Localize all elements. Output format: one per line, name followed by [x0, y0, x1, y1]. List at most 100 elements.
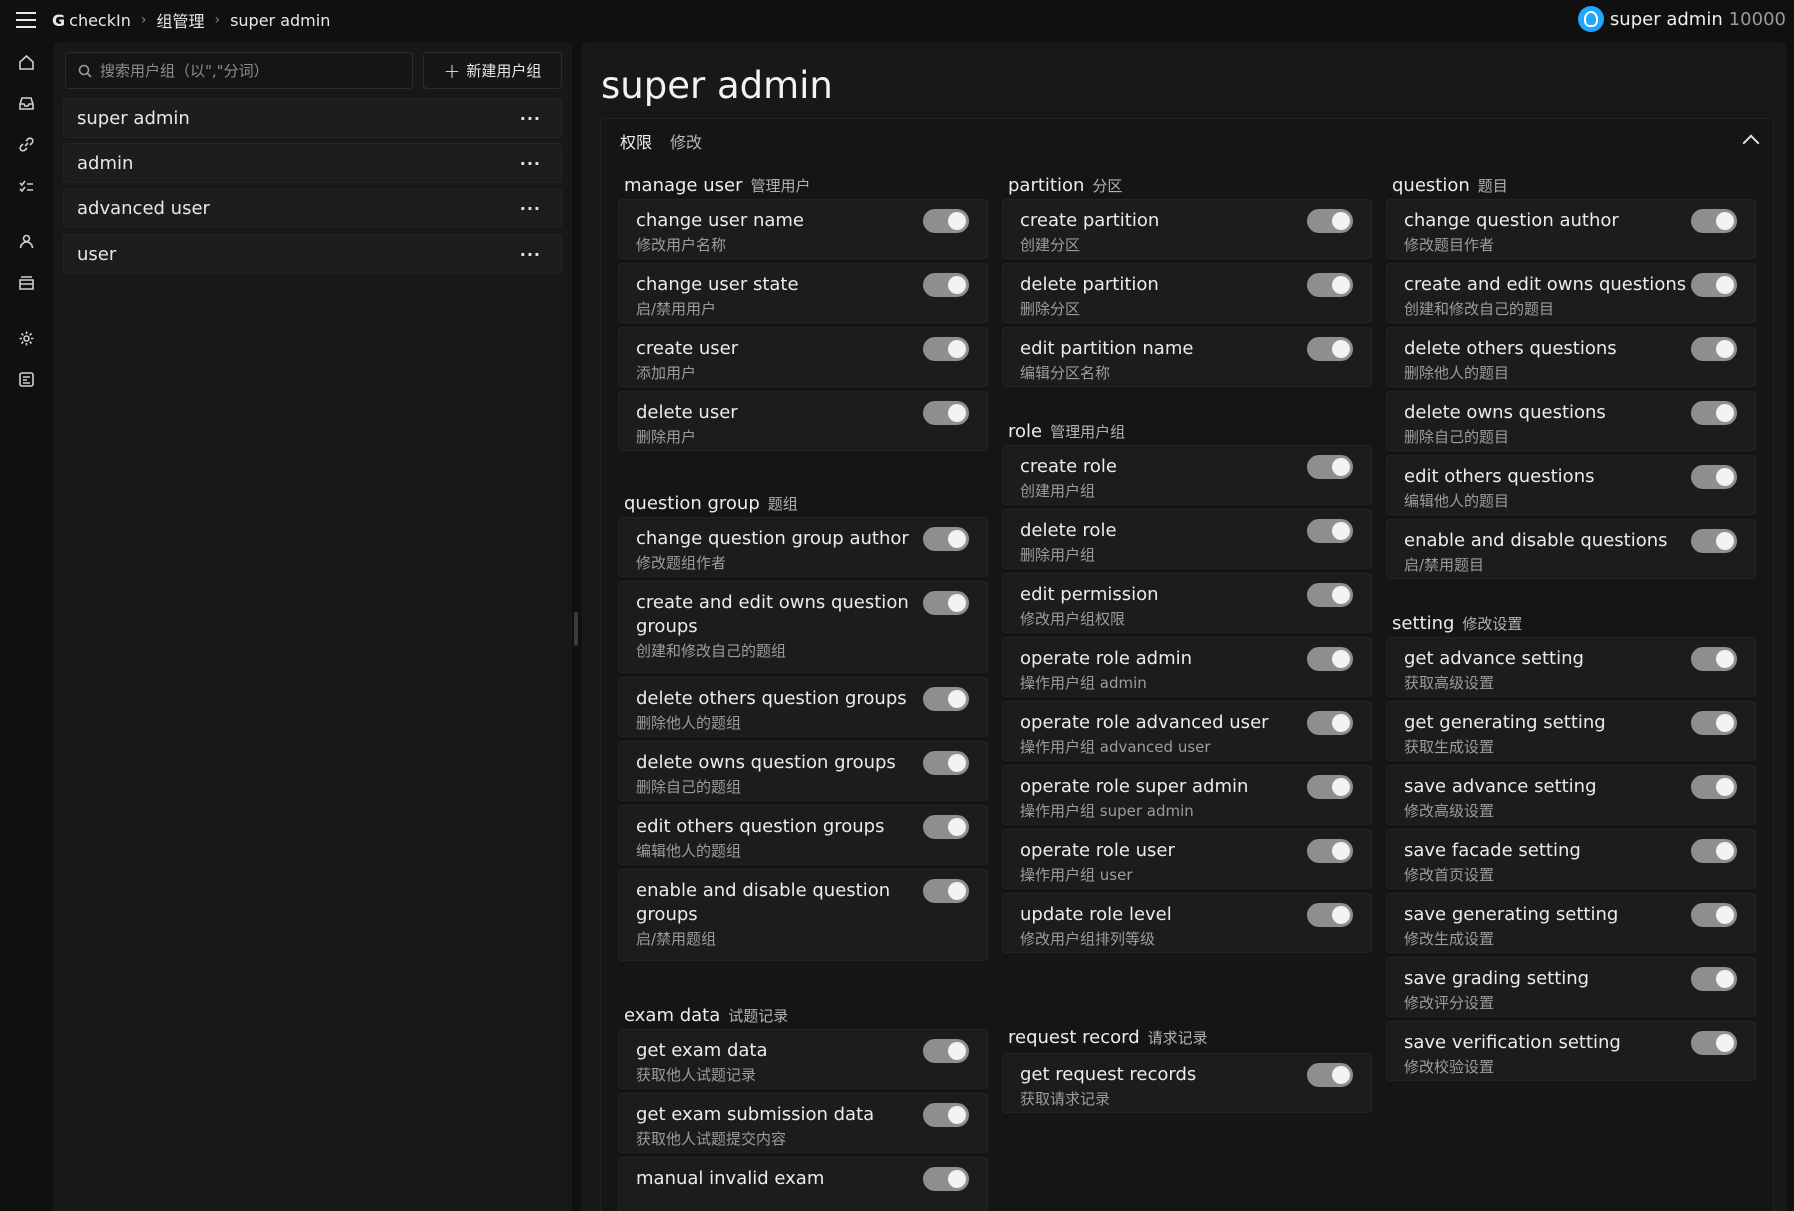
more-icon[interactable]: ···	[520, 154, 541, 173]
permission-item: delete others question groups 删除他人的题组	[618, 677, 988, 737]
permission-toggle[interactable]	[1691, 209, 1737, 233]
new-group-button[interactable]: + 新建用户组	[423, 52, 562, 89]
permission-item: operate role advanced user 操作用户组 advanced…	[1002, 701, 1372, 761]
gear-icon[interactable]	[18, 330, 35, 347]
permission-toggle[interactable]	[923, 1167, 969, 1191]
permission-item: get request records 获取请求记录	[1002, 1053, 1372, 1113]
section-title-exam-data: exam data 试题记录	[624, 1005, 789, 1026]
permission-toggle[interactable]	[923, 273, 969, 297]
new-group-label: 新建用户组	[466, 62, 542, 80]
permission-toggle[interactable]	[923, 687, 969, 711]
group-item-advanced-user[interactable]: advanced user ···	[63, 188, 562, 228]
permission-item: manual invalid exam	[618, 1157, 988, 1211]
permission-item: operate role user 操作用户组 user	[1002, 829, 1372, 889]
permission-toggle[interactable]	[923, 815, 969, 839]
tab-edit[interactable]: 修改	[670, 129, 702, 153]
permission-toggle[interactable]	[1691, 647, 1737, 671]
panel-resize-handle[interactable]	[574, 612, 578, 646]
permission-card: 权限 修改 manage user 管理用户 change user name 修改…	[600, 118, 1774, 1211]
permission-toggle[interactable]	[1691, 465, 1737, 489]
permission-toggle[interactable]	[1307, 455, 1353, 479]
brand-name[interactable]: checkIn	[69, 11, 131, 30]
permission-toggle[interactable]	[1691, 775, 1737, 799]
plus-icon: +	[443, 58, 461, 83]
permission-toggle[interactable]	[1307, 1063, 1353, 1087]
more-icon[interactable]: ···	[520, 199, 541, 218]
permission-item: change question author 修改题目作者	[1386, 199, 1756, 259]
permission-toggle[interactable]	[923, 591, 969, 615]
permission-card-header[interactable]: 权限 修改	[601, 119, 1773, 163]
permission-item: create and edit owns question groups 创建和修…	[618, 581, 988, 673]
permission-toggle[interactable]	[1307, 903, 1353, 927]
user-menu[interactable]: super admin 10000	[1577, 6, 1786, 32]
permission-toggle[interactable]	[1691, 903, 1737, 927]
section-title-role: role 管理用户组	[1008, 421, 1126, 442]
breadcrumb-group-management[interactable]: 组管理	[156, 8, 204, 32]
permission-toggle[interactable]	[1307, 647, 1353, 671]
dashboard-icon[interactable]	[18, 371, 35, 388]
person-icon[interactable]	[18, 233, 35, 250]
permission-toggle[interactable]	[1307, 839, 1353, 863]
permission-toggle[interactable]	[1307, 519, 1353, 543]
permission-toggle[interactable]	[1691, 273, 1737, 297]
avatar[interactable]	[1577, 6, 1604, 32]
section-title-partition: partition 分区	[1008, 175, 1123, 196]
permission-toggle[interactable]	[1691, 529, 1737, 553]
permission-toggle[interactable]	[1307, 337, 1353, 361]
search-input[interactable]: 搜索用户组（以","分词）	[65, 52, 413, 89]
more-icon[interactable]: ···	[520, 245, 541, 264]
permission-toggle[interactable]	[923, 401, 969, 425]
permission-toggle[interactable]	[1691, 839, 1737, 863]
chevron-up-icon[interactable]	[1742, 134, 1760, 152]
breadcrumb-current: super admin	[230, 10, 331, 30]
permission-item: enable and disable question groups 启/禁用题组	[618, 869, 988, 961]
permission-toggle[interactable]	[1691, 711, 1737, 735]
icon-rail	[0, 40, 52, 1211]
permission-toggle[interactable]	[923, 751, 969, 775]
more-icon[interactable]: ···	[520, 109, 541, 128]
permission-item: change user state 启/禁用用户	[618, 263, 988, 323]
group-item-super-admin[interactable]: super admin ···	[63, 98, 562, 138]
breadcrumb: G checkIn › 组管理 › super admin	[52, 8, 330, 32]
permission-toggle[interactable]	[923, 209, 969, 233]
permission-item: delete partition 删除分区	[1002, 263, 1372, 323]
hamburger-menu-icon[interactable]	[0, 0, 52, 40]
permission-toggle[interactable]	[1691, 967, 1737, 991]
section-title-request-record: request record 请求记录	[1008, 1027, 1208, 1048]
permission-toggle[interactable]	[923, 337, 969, 361]
search-placeholder: 搜索用户组（以","分词）	[100, 62, 269, 80]
home-icon[interactable]	[18, 54, 35, 71]
permission-toggle[interactable]	[1307, 583, 1353, 607]
permission-toggle[interactable]	[923, 527, 969, 551]
search-icon	[78, 64, 92, 78]
archive-icon[interactable]	[18, 274, 35, 291]
tab-permissions[interactable]: 权限	[620, 129, 652, 153]
permission-toggle[interactable]	[1307, 711, 1353, 735]
permission-item: operate role admin 操作用户组 admin	[1002, 637, 1372, 697]
permission-item: delete user 删除用户	[618, 391, 988, 451]
permission-item: save verification setting 修改校验设置	[1386, 1021, 1756, 1081]
group-item-label: super admin	[77, 107, 190, 129]
permission-item: enable and disable questions 启/禁用题目	[1386, 519, 1756, 579]
permission-toggle[interactable]	[1307, 209, 1353, 233]
permission-toggle[interactable]	[1691, 337, 1737, 361]
permission-toggle[interactable]	[923, 1103, 969, 1127]
permission-item: operate role super admin 操作用户组 super admi…	[1002, 765, 1372, 825]
inbox-icon[interactable]	[18, 95, 35, 112]
group-item-admin[interactable]: admin ···	[63, 143, 562, 183]
permission-toggle[interactable]	[1307, 273, 1353, 297]
user-name: super admin	[1609, 8, 1723, 30]
permission-toggle[interactable]	[923, 1039, 969, 1063]
permission-toggle[interactable]	[923, 879, 969, 903]
group-item-user[interactable]: user ···	[63, 234, 562, 274]
top-bar: G checkIn › 组管理 › super admin super admi…	[0, 0, 1794, 40]
permission-item: get advance setting 获取高级设置	[1386, 637, 1756, 697]
checklist-icon[interactable]	[18, 177, 35, 194]
permission-toggle[interactable]	[1691, 1031, 1737, 1055]
permission-item: delete role 删除用户组	[1002, 509, 1372, 569]
permission-item: save grading setting 修改评分设置	[1386, 957, 1756, 1017]
permission-item: save generating setting 修改生成设置	[1386, 893, 1756, 953]
link-icon[interactable]	[18, 136, 35, 153]
permission-toggle[interactable]	[1307, 775, 1353, 799]
permission-toggle[interactable]	[1691, 401, 1737, 425]
